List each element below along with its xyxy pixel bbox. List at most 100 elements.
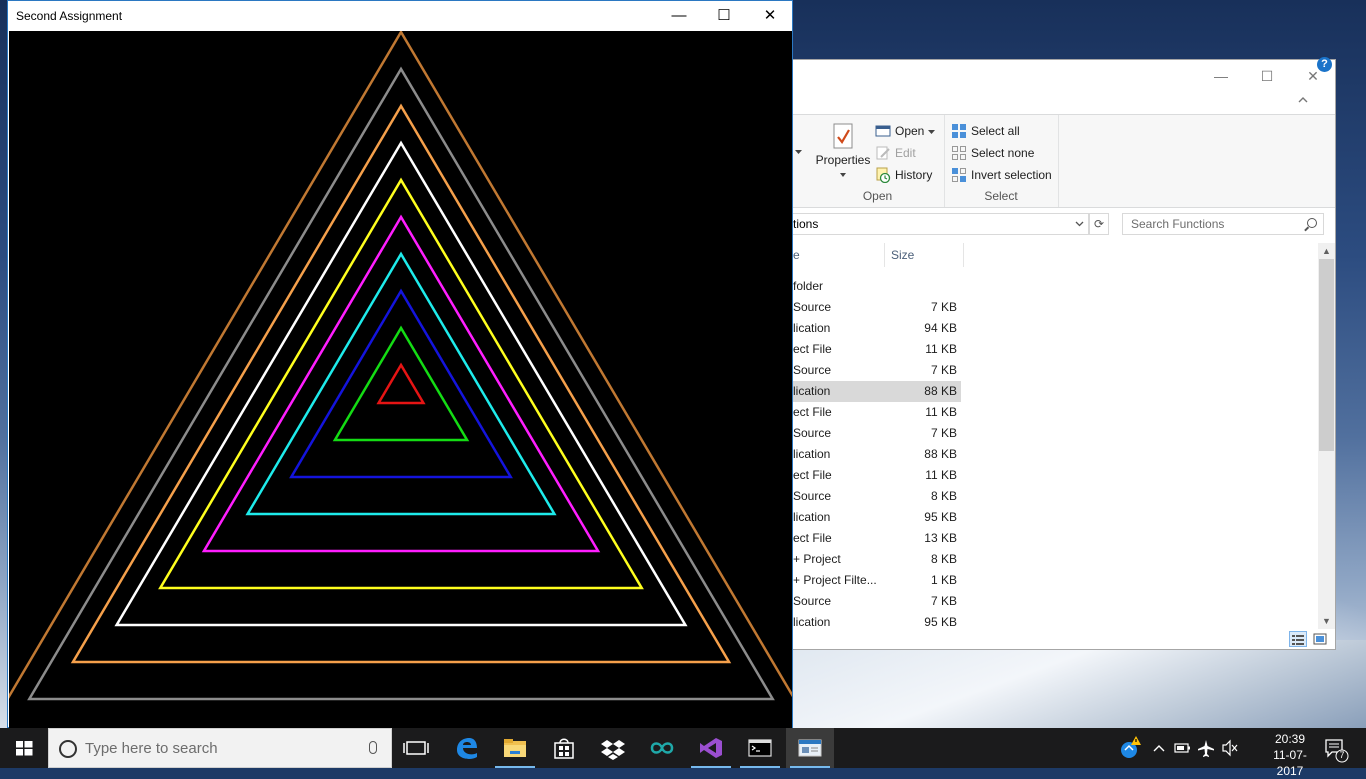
scroll-down-icon[interactable]: ▼ — [1318, 613, 1335, 629]
minimize-button[interactable]: — — [656, 1, 702, 31]
file-type: ect File — [793, 342, 832, 356]
file-row[interactable]: Source 8 KB — [793, 486, 961, 507]
large-icons-view-button[interactable] — [1311, 631, 1329, 647]
help-icon[interactable]: ? — [1317, 57, 1332, 72]
invert-selection-button[interactable]: Invert selection — [951, 167, 1052, 183]
windows-logo-icon — [16, 741, 33, 756]
file-size: 8 KB — [930, 489, 957, 503]
chevron-down-icon — [928, 124, 936, 138]
infinity-icon — [650, 742, 674, 754]
search-input[interactable]: Search Functions — [1122, 213, 1324, 235]
triangle-outline — [376, 362, 426, 405]
refresh-button[interactable]: ⟳ — [1089, 213, 1109, 235]
ribbon-dropdown-icon[interactable] — [795, 145, 803, 155]
file-row[interactable]: lication 88 KB — [793, 381, 961, 402]
drawing-canvas[interactable] — [9, 31, 792, 728]
file-row[interactable]: ect File 13 KB — [793, 528, 961, 549]
search-icon[interactable] — [1307, 218, 1317, 228]
edge-icon — [457, 738, 477, 759]
scroll-up-icon[interactable]: ▲ — [1318, 243, 1335, 259]
file-type: Source — [793, 363, 832, 377]
clock-date: 11-07-2017 — [1273, 748, 1307, 778]
file-size: 8 KB — [930, 552, 957, 566]
details-view-button[interactable] — [1289, 631, 1307, 647]
start-button[interactable] — [0, 728, 48, 768]
show-hidden-icons-chevron-icon[interactable] — [1150, 728, 1168, 768]
task-view-button[interactable] — [392, 728, 440, 768]
folder-icon — [504, 739, 526, 757]
explorer-titlebar[interactable]: — ☐ ✕ — [793, 60, 1335, 90]
taskbar-store[interactable] — [540, 728, 588, 768]
file-size: 7 KB — [930, 594, 957, 608]
taskbar-file-explorer[interactable] — [491, 728, 539, 768]
history-icon — [875, 167, 891, 184]
file-row[interactable]: lication 88 KB — [793, 444, 961, 465]
explorer-maximize-button[interactable]: ☐ — [1252, 66, 1282, 86]
scrollbar-thumb[interactable] — [1319, 259, 1334, 451]
file-row[interactable]: Source 7 KB — [793, 297, 961, 318]
open-button[interactable]: Open — [875, 123, 936, 139]
column-separator[interactable] — [884, 243, 885, 267]
select-all-icon — [951, 123, 967, 139]
battery-icon[interactable] — [1172, 728, 1192, 768]
taskbar-visual-studio[interactable] — [687, 728, 735, 768]
file-row[interactable]: Source 7 KB — [793, 591, 961, 612]
file-row[interactable]: ect File 11 KB — [793, 402, 961, 423]
taskbar-search-input[interactable]: Type here to search — [48, 728, 392, 768]
file-size: 7 KB — [930, 300, 957, 314]
properties-button[interactable]: Properties — [816, 123, 870, 181]
visual-studio-icon — [700, 738, 722, 758]
group-header[interactable]: folder — [793, 276, 823, 297]
file-row[interactable]: Source 7 KB — [793, 423, 961, 444]
file-row[interactable]: Source 7 KB — [793, 360, 961, 381]
airplane-mode-icon[interactable] — [1196, 728, 1216, 768]
file-size: 7 KB — [930, 426, 957, 440]
open-icon — [875, 123, 891, 139]
store-icon — [554, 738, 574, 759]
file-row[interactable]: ect File 11 KB — [793, 339, 961, 360]
file-size: 95 KB — [924, 510, 957, 524]
edit-button[interactable]: Edit — [875, 145, 916, 161]
app-titlebar[interactable]: Second Assignment — ☐ ✕ — [8, 1, 792, 31]
console-icon — [748, 739, 772, 757]
column-header-name[interactable]: e — [793, 243, 883, 267]
tray-update-icon[interactable] — [1116, 728, 1144, 768]
vertical-scrollbar[interactable]: ▲ ▼ — [1318, 243, 1335, 629]
file-row[interactable]: + Project 8 KB — [793, 549, 961, 570]
address-bar[interactable]: tions — [793, 213, 1089, 235]
taskbar-edge[interactable] — [442, 728, 490, 768]
chevron-down-icon[interactable] — [1075, 214, 1084, 240]
select-none-button[interactable]: Select none — [951, 145, 1034, 161]
triangle-outline — [158, 177, 644, 590]
file-type: lication — [793, 384, 831, 398]
taskbar-dropbox[interactable] — [589, 728, 637, 768]
ribbon-tabs: ? — [793, 57, 1335, 114]
explorer-minimize-button[interactable]: — — [1206, 66, 1236, 86]
select-all-button[interactable]: Select all — [951, 123, 1020, 139]
column-separator[interactable] — [963, 243, 964, 267]
action-center-button[interactable]: 7 — [1320, 728, 1350, 768]
file-row[interactable]: ect File 11 KB — [793, 465, 961, 486]
properties-icon — [831, 123, 855, 151]
file-size: 88 KB — [924, 447, 957, 461]
history-button[interactable]: History — [875, 167, 932, 184]
ribbon-collapse-icon[interactable] — [1298, 94, 1308, 104]
file-row[interactable]: lication 94 KB — [793, 318, 961, 339]
taskbar-arduino[interactable] — [638, 728, 686, 768]
file-row[interactable]: + Project Filte... 1 KB — [793, 570, 961, 591]
second-assignment-window[interactable]: Second Assignment — ☐ ✕ — [7, 0, 793, 728]
file-explorer-window[interactable]: — ☐ ✕ ? Properties Open Edit History Ope… — [793, 57, 1336, 650]
volume-muted-icon[interactable] — [1220, 728, 1240, 768]
taskbar-clock[interactable]: 20:39 11-07-2017 — [1260, 731, 1320, 779]
file-row[interactable]: lication 95 KB — [793, 612, 961, 633]
close-button[interactable]: ✕ — [747, 1, 793, 31]
microphone-icon[interactable] — [369, 741, 377, 754]
maximize-button[interactable]: ☐ — [701, 1, 747, 31]
taskbar-active-app[interactable] — [786, 728, 834, 768]
refresh-icon: ⟳ — [1093, 217, 1105, 231]
file-type: + Project — [793, 552, 841, 566]
column-header-size[interactable]: Size — [891, 243, 961, 267]
taskbar-console[interactable] — [736, 728, 784, 768]
file-size: 11 KB — [925, 342, 957, 356]
file-row[interactable]: lication 95 KB — [793, 507, 961, 528]
